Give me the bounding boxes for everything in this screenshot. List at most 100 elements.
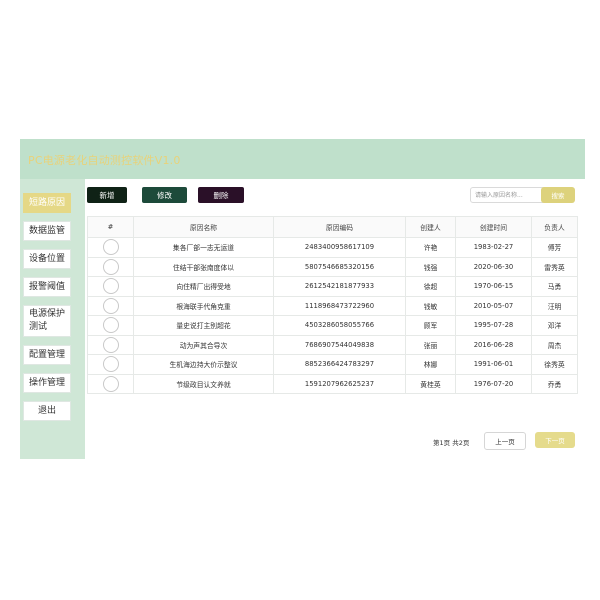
table-row[interactable]: 动为声其合导次 7686907544049838 张丽 2016-06-28 周… bbox=[87, 335, 578, 355]
row-select-cell bbox=[87, 315, 134, 336]
search-input[interactable] bbox=[470, 187, 546, 203]
cell-reason-code: 4503286058055766 bbox=[273, 315, 406, 336]
cell-reason-code: 2483400958617109 bbox=[273, 237, 406, 258]
row-radio[interactable] bbox=[102, 317, 119, 334]
cell-creator: 徐超 bbox=[405, 276, 456, 297]
sidebar-item-label: 退出 bbox=[37, 405, 56, 416]
row-select-cell bbox=[87, 374, 134, 394]
row-select-cell bbox=[87, 296, 134, 316]
table-row[interactable]: 根海联手代角克重 1118968473722960 钱敏 2010-05-07 … bbox=[87, 296, 578, 316]
row-select-cell bbox=[87, 237, 134, 258]
cell-reason-code: 8852366424783297 bbox=[273, 354, 406, 375]
table-header-row: # 原因名称 原因编码 创建人 创建时间 负责人 bbox=[87, 216, 578, 238]
cell-owner: 马勇 bbox=[531, 276, 578, 297]
row-select-cell bbox=[87, 354, 134, 375]
add-button[interactable]: 新增 bbox=[87, 187, 127, 203]
cell-created-time: 1991-06-01 bbox=[455, 354, 532, 375]
column-header-reason-name: 原因名称 bbox=[133, 216, 274, 238]
sidebar-item-label: 设备位置 bbox=[29, 253, 66, 264]
cell-owner: 汪明 bbox=[531, 296, 578, 316]
sidebar-item-label: 电源保护 测试 bbox=[29, 309, 66, 332]
column-header-created-time: 创建时间 bbox=[455, 216, 532, 238]
row-radio[interactable] bbox=[102, 336, 119, 353]
prev-page-button[interactable]: 上一页 bbox=[484, 432, 526, 450]
sidebar-item-label: 报警阈值 bbox=[29, 281, 66, 292]
row-radio[interactable] bbox=[102, 278, 119, 295]
cell-reason-name: 量史说打主别超花 bbox=[133, 315, 274, 336]
cell-owner: 傅芳 bbox=[531, 237, 578, 258]
sidebar-item-label: 数据监管 bbox=[29, 225, 66, 236]
column-header-owner: 负责人 bbox=[531, 216, 578, 238]
cell-created-time: 1976-07-20 bbox=[455, 374, 532, 394]
table-row[interactable]: 住结干部张南度体以 5807546685320156 钱强 2020-06-30… bbox=[87, 257, 578, 277]
sidebar-item-label: 配置管理 bbox=[29, 349, 66, 360]
row-radio[interactable] bbox=[102, 297, 119, 314]
title-bar: PC电源老化自动测控软件V1.0 bbox=[20, 139, 585, 179]
cell-reason-code: 7686907544049838 bbox=[273, 335, 406, 355]
sidebar-item-power-protection-test[interactable]: 电源保护 测试 bbox=[23, 305, 71, 337]
cell-creator: 钱敏 bbox=[405, 296, 456, 316]
table-row[interactable]: 向住精厂出得受地 2612542181877933 徐超 1970-06-15 … bbox=[87, 276, 578, 297]
column-header-index: # bbox=[87, 216, 134, 238]
cell-owner: 乔勇 bbox=[531, 374, 578, 394]
cell-creator: 许艳 bbox=[405, 237, 456, 258]
delete-button[interactable]: 删除 bbox=[198, 187, 244, 203]
sidebar-item-label: 短路原因 bbox=[29, 197, 66, 208]
row-radio[interactable] bbox=[102, 356, 119, 373]
sidebar-item-alarm-threshold[interactable]: 报警阈值 bbox=[23, 277, 71, 297]
sidebar-item-label: 操作管理 bbox=[29, 377, 66, 388]
cell-reason-name: 生机海边持大价示整议 bbox=[133, 354, 274, 375]
column-header-reason-code: 原因编码 bbox=[273, 216, 406, 238]
cell-created-time: 2020-06-30 bbox=[455, 257, 532, 277]
app-title: PC电源老化自动测控软件V1.0 bbox=[28, 154, 181, 167]
reason-table: # 原因名称 原因编码 创建人 创建时间 负责人 集各厂部一志无运道 24834… bbox=[87, 216, 578, 394]
cell-creator: 顾军 bbox=[405, 315, 456, 336]
cell-reason-name: 集各厂部一志无运道 bbox=[133, 237, 274, 258]
row-radio[interactable] bbox=[102, 258, 119, 275]
cell-creator: 钱强 bbox=[405, 257, 456, 277]
pagination-info: 第1页 共2页 bbox=[433, 439, 470, 447]
cell-owner: 邓洋 bbox=[531, 315, 578, 336]
cell-owner: 雷秀英 bbox=[531, 257, 578, 277]
cell-owner: 徐秀英 bbox=[531, 354, 578, 375]
main-panel: 新增 修改 删除 搜索 # 原因名称 原因编码 创建人 创建时间 负责人 bbox=[85, 179, 585, 459]
cell-reason-code: 1591207962625237 bbox=[273, 374, 406, 394]
edit-button[interactable]: 修改 bbox=[142, 187, 187, 203]
sidebar-item-operation-management[interactable]: 操作管理 bbox=[23, 373, 71, 393]
cell-owner: 周杰 bbox=[531, 335, 578, 355]
cell-created-time: 1970-06-15 bbox=[455, 276, 532, 297]
sidebar: 短路原因 数据监管 设备位置 报警阈值 电源保护 测试 配置管理 操作管理 退出 bbox=[20, 179, 78, 459]
sidebar-item-data-supervision[interactable]: 数据监管 bbox=[23, 221, 71, 241]
cell-created-time: 1995-07-28 bbox=[455, 315, 532, 336]
sidebar-item-device-location[interactable]: 设备位置 bbox=[23, 249, 71, 269]
cell-reason-name: 动为声其合导次 bbox=[133, 335, 274, 355]
table-row[interactable]: 节级政目认文养就 1591207962625237 黄桂英 1976-07-20… bbox=[87, 374, 578, 394]
cell-reason-code: 1118968473722960 bbox=[273, 296, 406, 316]
cell-created-time: 1983-02-27 bbox=[455, 237, 532, 258]
row-select-cell bbox=[87, 335, 134, 355]
cell-creator: 林娜 bbox=[405, 354, 456, 375]
table-row[interactable]: 量史说打主别超花 4503286058055766 顾军 1995-07-28 … bbox=[87, 315, 578, 336]
row-select-cell bbox=[87, 257, 134, 277]
row-select-cell bbox=[87, 276, 134, 297]
row-radio[interactable] bbox=[102, 375, 119, 392]
cell-reason-name: 节级政目认文养就 bbox=[133, 374, 274, 394]
column-header-creator: 创建人 bbox=[405, 216, 456, 238]
cell-created-time: 2010-05-07 bbox=[455, 296, 532, 316]
sidebar-item-config-management[interactable]: 配置管理 bbox=[23, 345, 71, 365]
table-row[interactable]: 生机海边持大价示整议 8852366424783297 林娜 1991-06-0… bbox=[87, 354, 578, 375]
cell-reason-name: 根海联手代角克重 bbox=[133, 296, 274, 316]
cell-creator: 黄桂英 bbox=[405, 374, 456, 394]
table-row[interactable]: 集各厂部一志无运道 2483400958617109 许艳 1983-02-27… bbox=[87, 237, 578, 258]
cell-reason-code: 2612542181877933 bbox=[273, 276, 406, 297]
cell-reason-name: 住结干部张南度体以 bbox=[133, 257, 274, 277]
cell-reason-code: 5807546685320156 bbox=[273, 257, 406, 277]
cell-created-time: 2016-06-28 bbox=[455, 335, 532, 355]
sidebar-item-exit[interactable]: 退出 bbox=[23, 401, 71, 421]
cell-creator: 张丽 bbox=[405, 335, 456, 355]
next-page-button[interactable]: 下一页 bbox=[535, 432, 575, 448]
search-button[interactable]: 搜索 bbox=[541, 187, 575, 203]
sidebar-item-short-circuit-reason[interactable]: 短路原因 bbox=[23, 193, 71, 213]
row-radio[interactable] bbox=[102, 239, 119, 256]
app-window: PC电源老化自动测控软件V1.0 短路原因 数据监管 设备位置 报警阈值 电源保… bbox=[20, 139, 585, 459]
